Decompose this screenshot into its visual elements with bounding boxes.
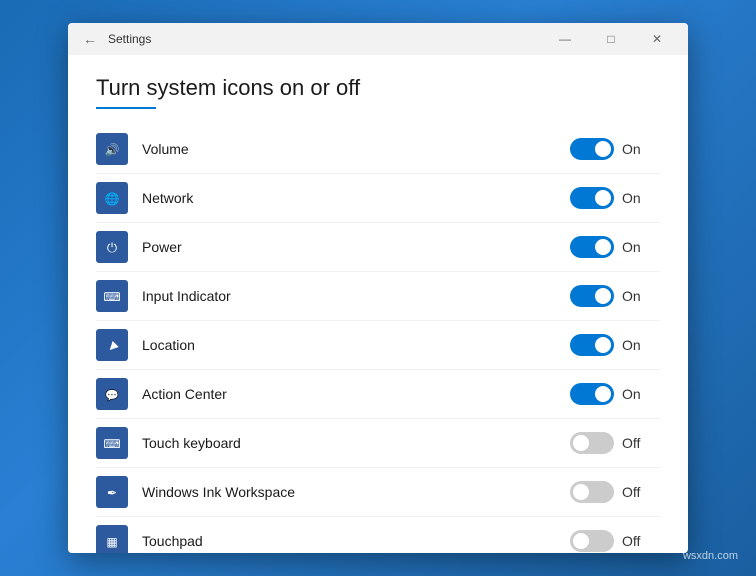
toggle-volume[interactable] [570, 138, 614, 160]
minimize-button[interactable]: — [542, 23, 588, 55]
toggle-knob-action-center [595, 386, 611, 402]
setting-label-network: Network [142, 190, 570, 206]
maximize-button[interactable]: □ [588, 23, 634, 55]
toggle-touch-keyboard[interactable] [570, 432, 614, 454]
setting-label-action-center: Action Center [142, 386, 570, 402]
toggle-wrapper-touchpad: Off [570, 530, 660, 552]
toggle-touchpad[interactable] [570, 530, 614, 552]
touchpad-icon [96, 525, 128, 553]
setting-label-power: Power [142, 239, 570, 255]
toggle-wrapper-touch-keyboard: Off [570, 432, 660, 454]
toggle-state-volume: On [622, 141, 646, 157]
setting-label-windows-ink: Windows Ink Workspace [142, 484, 570, 500]
toggle-state-windows-ink: Off [622, 484, 646, 500]
toggle-state-action-center: On [622, 386, 646, 402]
toggle-windows-ink[interactable] [570, 481, 614, 503]
touch-icon [96, 427, 128, 459]
toggle-wrapper-windows-ink: Off [570, 481, 660, 503]
power-icon [96, 231, 128, 263]
settings-window: ← Settings — □ ✕ Turn system icons on or… [68, 23, 688, 553]
title-bar: ← Settings — □ ✕ [68, 23, 688, 55]
toggle-wrapper-input-indicator: On [570, 285, 660, 307]
toggle-wrapper-action-center: On [570, 383, 660, 405]
toggle-knob-input-indicator [595, 288, 611, 304]
toggle-knob-volume [595, 141, 611, 157]
toggle-state-power: On [622, 239, 646, 255]
content-area: Turn system icons on or off VolumeOnNetw… [68, 55, 688, 553]
toggle-state-network: On [622, 190, 646, 206]
network-icon [96, 182, 128, 214]
action-icon [96, 378, 128, 410]
toggle-wrapper-network: On [570, 187, 660, 209]
watermark: wsxdn.com [683, 550, 738, 562]
settings-list: Volume On Network On Power On Input Indicator O… [96, 125, 660, 553]
setting-row-power: Power On [96, 223, 660, 272]
toggle-wrapper-location: On [570, 334, 660, 356]
volume-icon [96, 133, 128, 165]
ink-icon [96, 476, 128, 508]
toggle-action-center[interactable] [570, 383, 614, 405]
toggle-wrapper-power: On [570, 236, 660, 258]
toggle-state-input-indicator: On [622, 288, 646, 304]
toggle-input-indicator[interactable] [570, 285, 614, 307]
page-title: Turn system icons on or off [96, 75, 660, 101]
toggle-knob-touchpad [573, 533, 589, 549]
window-controls: — □ ✕ [542, 23, 680, 55]
toggle-state-location: On [622, 337, 646, 353]
toggle-knob-touch-keyboard [573, 435, 589, 451]
toggle-knob-location [595, 337, 611, 353]
toggle-network[interactable] [570, 187, 614, 209]
toggle-wrapper-volume: On [570, 138, 660, 160]
setting-label-touch-keyboard: Touch keyboard [142, 435, 570, 451]
toggle-location[interactable] [570, 334, 614, 356]
setting-row-network: Network On [96, 174, 660, 223]
setting-row-touchpad: Touchpad Off [96, 517, 660, 553]
setting-row-touch-keyboard: Touch keyboard Off [96, 419, 660, 468]
setting-row-location: Location On [96, 321, 660, 370]
setting-label-input-indicator: Input Indicator [142, 288, 570, 304]
toggle-knob-windows-ink [573, 484, 589, 500]
setting-label-touchpad: Touchpad [142, 533, 570, 549]
location-icon [96, 329, 128, 361]
setting-label-location: Location [142, 337, 570, 353]
toggle-state-touchpad: Off [622, 533, 646, 549]
setting-row-windows-ink: Windows Ink Workspace Off [96, 468, 660, 517]
back-button[interactable]: ← [76, 25, 104, 53]
toggle-knob-power [595, 239, 611, 255]
toggle-knob-network [595, 190, 611, 206]
title-underline [96, 107, 156, 109]
window-title: Settings [108, 32, 151, 46]
toggle-power[interactable] [570, 236, 614, 258]
setting-row-action-center: Action Center On [96, 370, 660, 419]
close-button[interactable]: ✕ [634, 23, 680, 55]
setting-row-input-indicator: Input Indicator On [96, 272, 660, 321]
setting-label-volume: Volume [142, 141, 570, 157]
setting-row-volume: Volume On [96, 125, 660, 174]
input-icon [96, 280, 128, 312]
toggle-state-touch-keyboard: Off [622, 435, 646, 451]
